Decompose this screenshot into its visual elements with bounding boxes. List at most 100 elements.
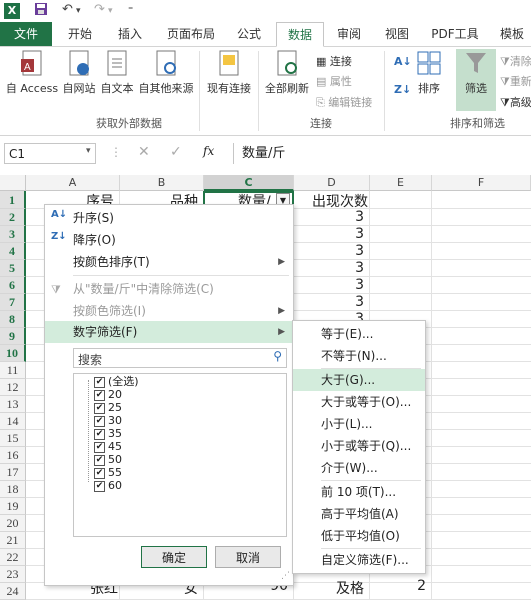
checkbox-value[interactable]: ✔ 45 [94,440,122,453]
existing-connections-button[interactable]: 现有连接 [203,49,255,96]
checkbox-value[interactable]: ✔ 25 [94,401,122,414]
sort-ascending-icon[interactable]: A↓ [394,55,412,68]
enter-formula-icon[interactable]: ✓ [170,144,182,160]
submenu-above-average[interactable]: 高于平均值(A) [293,503,425,525]
checkbox-value[interactable]: ✔ 30 [94,414,122,427]
submenu-custom-filter[interactable]: 自定义筛选(F)... [293,549,425,571]
submenu-between[interactable]: 介于(W)... [293,457,425,479]
submenu-less-or-equal[interactable]: 小于或等于(Q)... [293,435,425,457]
filter-button[interactable]: 筛选 [456,49,496,111]
row-header[interactable]: 10 [0,345,26,362]
reapply-button[interactable]: ⧩重新 [500,73,531,89]
row-header[interactable]: 1 [0,191,26,209]
checkbox-value[interactable]: ✔ 50 [94,453,122,466]
tab-home[interactable]: 开始 [56,22,104,46]
checkbox-value[interactable]: ✔ 55 [94,466,122,479]
menu-filter-by-color[interactable]: 按颜色筛选(I) ▶ [45,300,293,322]
properties-button[interactable]: ▤ 属性 [316,73,352,89]
submenu-top-10[interactable]: 前 10 项(T)... [293,481,425,503]
tab-review[interactable]: 审阅 [326,22,372,46]
row-header[interactable]: 24 [0,583,26,600]
row-header[interactable]: 14 [0,413,26,430]
customize-quick-access-icon[interactable]: ⁼ [128,5,133,16]
from-web-button[interactable]: 自网站 [60,49,98,96]
row-header[interactable]: 20 [0,515,26,532]
tab-data[interactable]: 数据 [276,22,324,47]
row-header[interactable]: 4 [0,243,26,260]
menu-clear-filter[interactable]: 从"数量/斤"中清除筛选(C) [45,278,293,300]
row-header[interactable]: 9 [0,328,26,345]
column-header-c[interactable]: C [204,175,294,191]
ok-button[interactable]: 确定 [141,546,207,568]
row-header[interactable]: 18 [0,481,26,498]
column-header-a[interactable]: A [26,175,120,191]
cell-d1[interactable]: 出现次数 [312,191,374,209]
select-all-corner[interactable] [0,175,26,191]
resize-grip-icon[interactable]: ⋰ [281,571,290,581]
cancel-button[interactable]: 取消 [215,546,281,568]
edit-links-button[interactable]: ⎘ 编辑链接 [316,94,372,110]
cell-d4[interactable]: 3 [294,243,370,260]
search-input[interactable]: 搜索 ⚲ [73,348,287,368]
tab-pdf-tools[interactable]: PDF工具 [424,22,486,46]
column-header-f[interactable]: F [432,175,531,191]
row-header[interactable]: 15 [0,430,26,447]
connections-button[interactable]: ▦ 连接 [316,53,352,69]
menu-sort-ascending[interactable]: 升序(S) [45,207,293,229]
submenu-below-average[interactable]: 低于平均值(O) [293,525,425,547]
formula-input[interactable]: 数量/斤 [233,143,531,164]
row-header[interactable]: 16 [0,447,26,464]
row-header[interactable]: 8 [0,311,26,328]
sort-descending-icon[interactable]: Z↓ [394,83,411,96]
row-header[interactable]: 19 [0,498,26,515]
menu-sort-by-color[interactable]: 按颜色排序(T) ▶ [45,251,293,273]
clear-filter-button[interactable]: ⧩清除 [500,53,531,69]
checkbox-select-all[interactable]: ✔ (全选) [94,375,139,388]
row-header[interactable]: 7 [0,294,26,311]
cell-d3[interactable]: 3 [294,226,370,243]
tab-templates[interactable]: 模板 [490,22,531,46]
redo-icon[interactable]: ↷ [94,2,105,17]
cell-d6[interactable]: 3 [294,277,370,294]
save-icon[interactable] [34,2,48,20]
redo-dropdown-icon[interactable]: ▾ [108,6,113,16]
cell-d24[interactable]: 及格 [336,578,370,595]
row-header[interactable]: 3 [0,226,26,243]
name-box[interactable]: C1 [4,143,96,164]
cell-d7[interactable]: 3 [294,294,370,311]
row-header[interactable]: 12 [0,379,26,396]
tab-file[interactable]: 文件 [0,22,52,46]
submenu-less-than[interactable]: 小于(L)... [293,413,425,435]
tab-insert[interactable]: 插入 [106,22,154,46]
row-header[interactable]: 6 [0,277,26,294]
refresh-all-button[interactable]: 全部刷新 [262,49,312,96]
tab-formulas[interactable]: 公式 [226,22,272,46]
row-header[interactable]: 2 [0,209,26,226]
row-header[interactable]: 17 [0,464,26,481]
undo-icon[interactable]: ↶ [62,2,73,17]
row-header[interactable]: 23 [0,566,26,583]
row-header[interactable]: 13 [0,396,26,413]
cell-e24[interactable]: 2 [370,578,432,595]
cancel-formula-icon[interactable]: ✕ [138,144,150,160]
menu-number-filters[interactable]: 数字筛选(F) ▶ [45,321,293,343]
submenu-not-equals[interactable]: 不等于(N)... [293,345,425,367]
from-access-button[interactable]: A 自 Access [4,49,60,96]
tab-page-layout[interactable]: 页面布局 [158,22,224,46]
undo-dropdown-icon[interactable]: ▾ [76,6,81,16]
from-other-sources-button[interactable]: 自其他来源 [136,49,196,96]
submenu-equals[interactable]: 等于(E)... [293,323,425,345]
checkbox-value[interactable]: ✔ 35 [94,427,122,440]
sort-button[interactable]: 排序 [414,49,444,96]
column-header-e[interactable]: E [370,175,432,191]
from-text-button[interactable]: 自文本 [98,49,136,96]
checkbox-value[interactable]: ✔ 60 [94,479,122,492]
row-header[interactable]: 22 [0,549,26,566]
submenu-greater-than[interactable]: 大于(G)... [293,369,425,391]
menu-sort-descending[interactable]: 降序(O) [45,229,293,251]
cell-d2[interactable]: 3 [294,209,370,226]
row-header[interactable]: 21 [0,532,26,549]
column-header-d[interactable]: D [294,175,370,191]
row-header[interactable]: 5 [0,260,26,277]
checkbox-value[interactable]: ✔ 20 [94,388,122,401]
